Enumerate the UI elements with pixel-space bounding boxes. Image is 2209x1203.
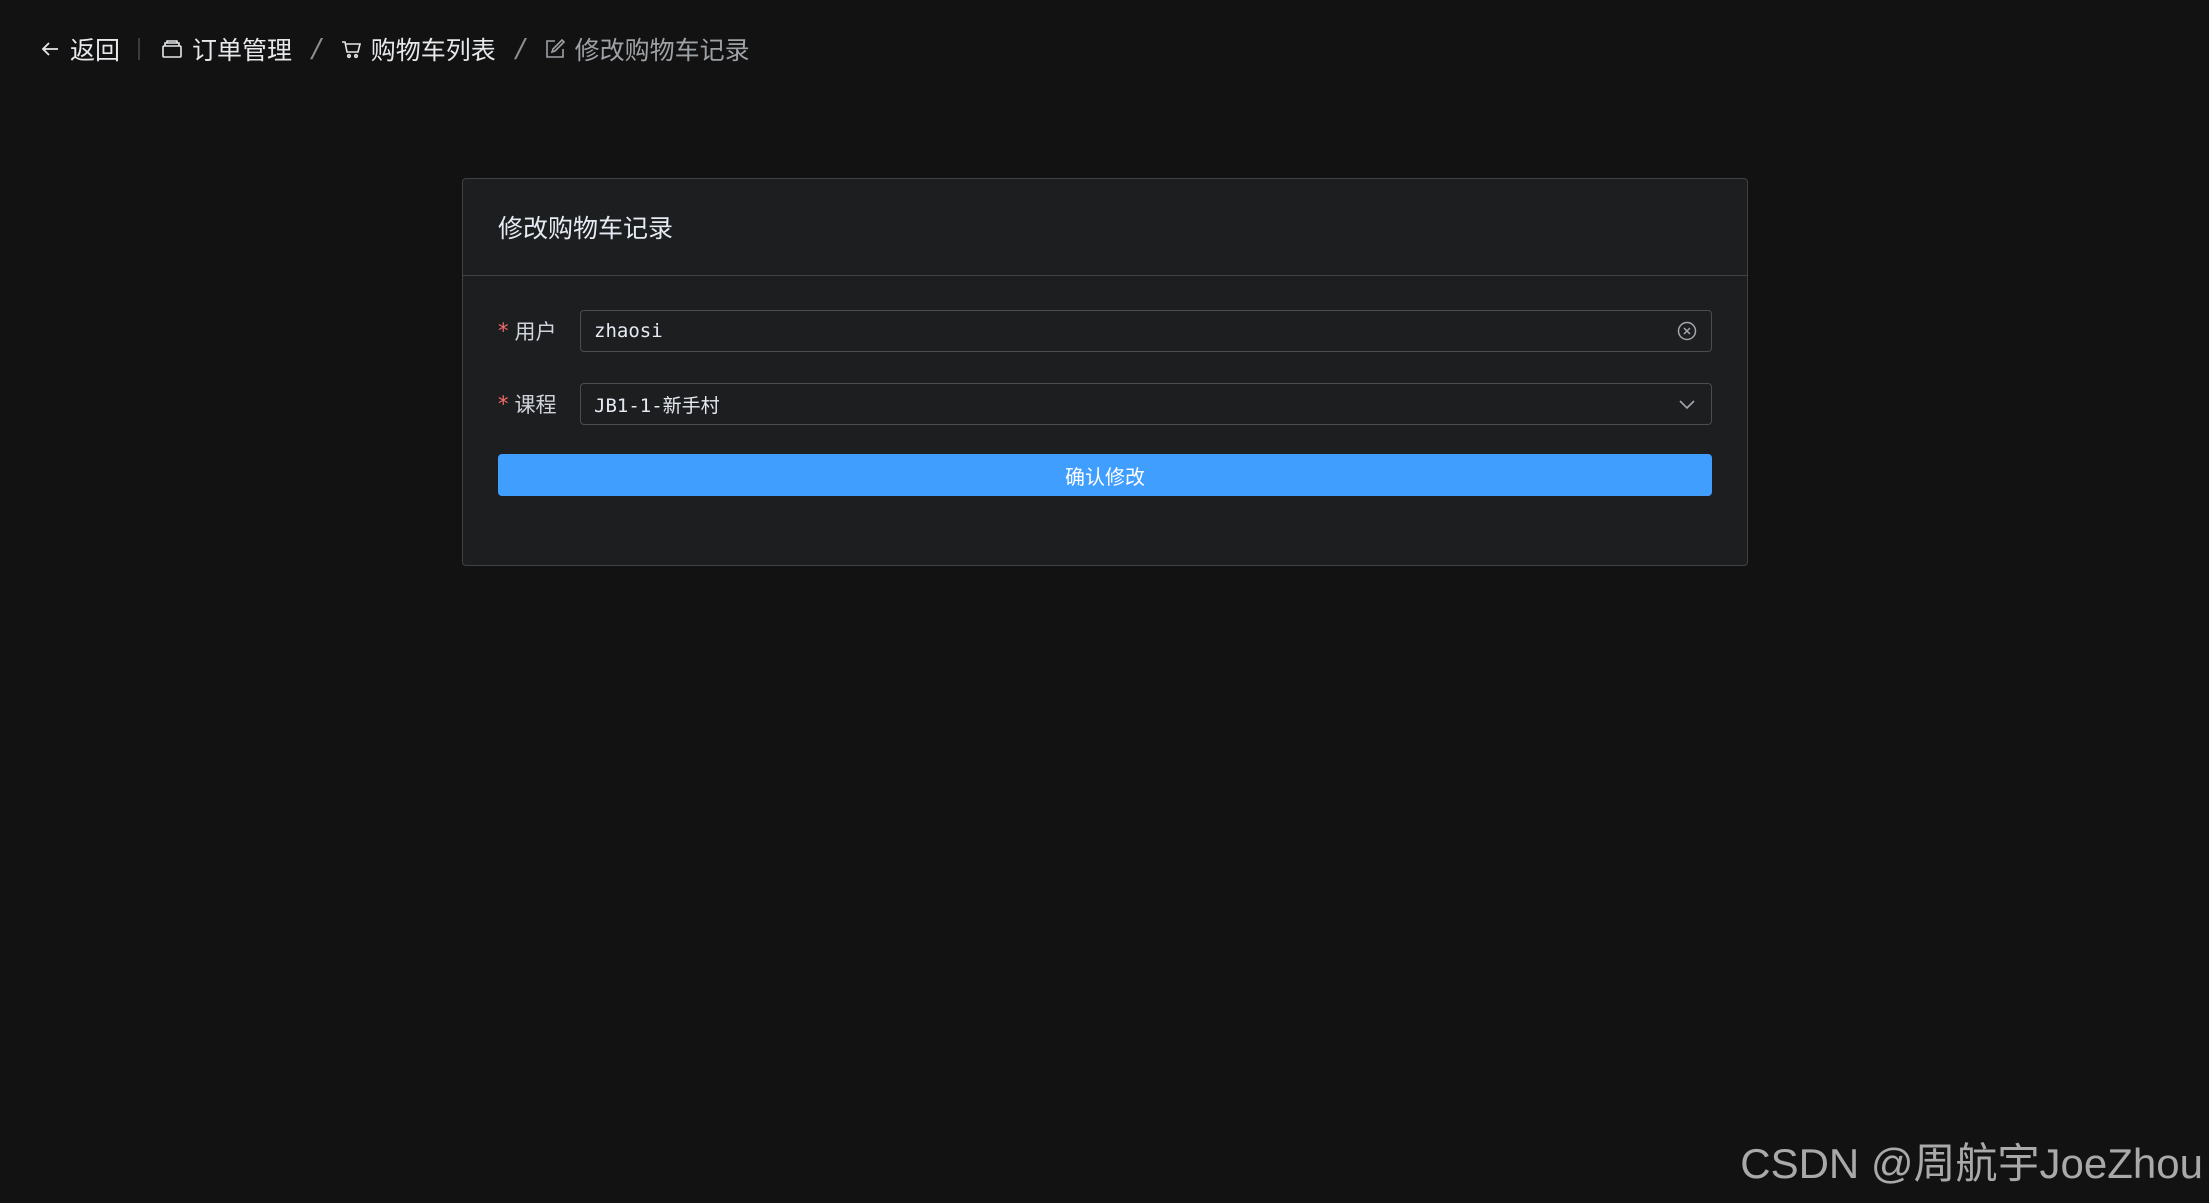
watermark: CSDN @周航宇JoeZhou xyxy=(1740,1140,2203,1187)
back-label: 返回 xyxy=(70,36,121,65)
required-mark: * xyxy=(498,392,509,416)
back-button[interactable]: 返回 xyxy=(38,31,120,67)
breadcrumb-label: 修改购物车记录 xyxy=(574,36,750,65)
required-mark: * xyxy=(498,319,509,343)
arrow-left-icon xyxy=(41,42,58,56)
edit-icon xyxy=(545,38,565,58)
header-divider xyxy=(138,38,141,60)
card-title: 修改购物车记录 xyxy=(463,179,1747,276)
user-input-wrapper[interactable] xyxy=(580,310,1712,352)
breadcrumb-edit-cart-record: 修改购物车记录 xyxy=(543,31,750,67)
edit-form: * 用户 * 课程 JB1-1-新手村 xyxy=(463,276,1747,496)
box-icon xyxy=(162,40,182,58)
course-selected-value: JB1-1-新手村 xyxy=(594,394,720,417)
user-input[interactable] xyxy=(594,320,1675,342)
user-label: * 用户 xyxy=(498,316,580,346)
breadcrumb-order-management[interactable]: 订单管理 xyxy=(160,31,292,67)
course-select[interactable]: JB1-1-新手村 xyxy=(580,383,1712,425)
clear-icon[interactable] xyxy=(1675,319,1699,343)
cart-icon xyxy=(341,41,361,59)
course-form-item: * 课程 JB1-1-新手村 xyxy=(498,383,1712,425)
user-label-text: 用户 xyxy=(514,320,557,344)
edit-cart-card: 修改购物车记录 * 用户 * 课程 JB1-1-新手村 xyxy=(462,178,1748,566)
breadcrumb-label: 订单管理 xyxy=(192,36,293,65)
course-label-text: 课程 xyxy=(514,393,557,417)
confirm-edit-button[interactable]: 确认修改 xyxy=(498,454,1712,496)
user-form-item: * 用户 xyxy=(498,310,1712,352)
breadcrumb-label: 购物车列表 xyxy=(370,36,496,65)
chevron-down-icon[interactable] xyxy=(1675,392,1699,416)
course-label: * 课程 xyxy=(498,389,580,419)
breadcrumb-separator: / xyxy=(515,34,525,64)
page-header: 返回 订单管理 / 购物车列表 / 修改购物车记录 xyxy=(38,26,750,72)
breadcrumb-separator: / xyxy=(312,34,321,64)
breadcrumb-cart-list[interactable]: 购物车列表 xyxy=(339,31,496,67)
